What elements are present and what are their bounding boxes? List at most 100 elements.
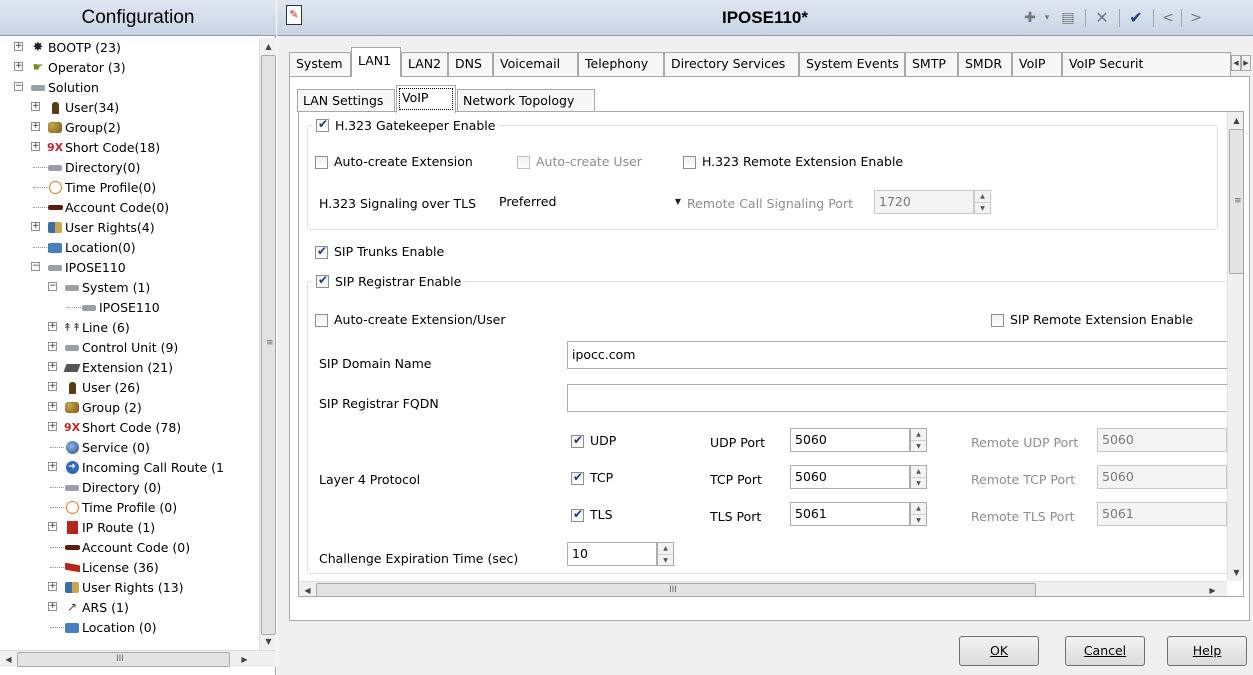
tree-item[interactable]: Account Code (0) xyxy=(48,538,259,557)
h323-gatekeeper-enable-checkbox[interactable] xyxy=(316,117,329,132)
tab-scroll-right-icon[interactable]: ▶ xyxy=(1241,55,1251,71)
tab-smdr[interactable]: SMDR xyxy=(958,52,1012,76)
tree-item[interactable]: Time Profile (0) xyxy=(48,498,259,517)
sip-remote-extension-enable-checkbox[interactable] xyxy=(991,314,1004,327)
tree-vertical-scrollbar[interactable]: ▲ ≡ ▼ xyxy=(259,38,276,650)
settings-vertical-scroll-thumb[interactable]: ≡ xyxy=(1229,129,1243,274)
sip-trunks-enable-checkbox[interactable] xyxy=(315,244,328,259)
expand-icon[interactable]: + xyxy=(48,462,57,471)
h323-gatekeeper-enable[interactable]: H.323 Gatekeeper Enable xyxy=(312,117,499,133)
tab-system[interactable]: System xyxy=(289,52,351,76)
expand-icon[interactable]: + xyxy=(48,582,57,591)
validate-check-icon[interactable]: ✔ xyxy=(1125,8,1147,28)
subtab-voip[interactable]: VoIP xyxy=(396,85,456,113)
udp-port-spinner[interactable]: ▲ ▼ xyxy=(910,428,927,452)
expand-icon[interactable]: + xyxy=(48,382,57,391)
ok-button[interactable]: OK xyxy=(959,636,1039,666)
tab-smtp[interactable]: SMTP xyxy=(905,52,958,76)
tab-directory-services[interactable]: Directory Services xyxy=(664,52,799,76)
scroll-right-icon[interactable]: ▶ xyxy=(1204,582,1221,596)
tab-voip[interactable]: VoIP xyxy=(1012,52,1062,76)
spin-up-icon[interactable]: ▲ xyxy=(658,543,673,554)
save-icon[interactable]: ▤ xyxy=(1057,8,1079,28)
expand-icon[interactable]: + xyxy=(48,602,57,611)
spin-up-icon[interactable]: ▲ xyxy=(911,503,926,514)
spin-down-icon[interactable]: ▼ xyxy=(911,514,926,525)
tls-option[interactable]: TLS xyxy=(571,507,613,522)
expand-icon[interactable]: + xyxy=(48,402,57,411)
auto-create-extension[interactable]: Auto-create Extension xyxy=(315,154,473,169)
tree-item[interactable]: Service (0) xyxy=(48,438,259,457)
tab-telephony[interactable]: Telephony xyxy=(578,52,664,76)
tree-item[interactable]: Account Code(0) xyxy=(31,198,259,217)
auto-create-extension-user[interactable]: Auto-create Extension/User xyxy=(315,312,505,327)
tcp-checkbox[interactable] xyxy=(571,470,584,485)
scroll-left-icon[interactable]: ◀ xyxy=(299,582,316,596)
challenge-expiration-spinner[interactable]: ▲ ▼ xyxy=(657,542,674,566)
auto-create-extension-checkbox[interactable] xyxy=(315,156,328,169)
tab-voip-security[interactable]: VoIP Securit xyxy=(1062,52,1231,76)
spin-down-icon[interactable]: ▼ xyxy=(911,440,926,451)
settings-horizontal-scrollbar[interactable]: ◀ III ▶ xyxy=(299,581,1227,596)
sip-registrar-fqdn-input[interactable] xyxy=(567,384,1227,412)
tcp-port-spinner[interactable]: ▲ ▼ xyxy=(910,465,927,489)
tree-item[interactable]: + Control Unit (9) xyxy=(48,338,259,357)
help-button[interactable]: Help xyxy=(1167,636,1247,666)
h323-remote-extension-enable-checkbox[interactable] xyxy=(683,156,696,169)
tree-vertical-scroll-thumb[interactable]: ≡ xyxy=(261,55,276,635)
new-record-dropdown-icon[interactable]: ▾ xyxy=(1041,8,1053,28)
tls-port-spinner[interactable]: ▲ ▼ xyxy=(910,502,927,526)
tree-item[interactable]: − System (1) xyxy=(48,278,259,297)
tree-item[interactable]: + ↗ ARS (1) xyxy=(48,598,259,617)
h323-signaling-tls-select[interactable]: Preferred ▼ xyxy=(495,190,685,214)
auto-create-extension-user-checkbox[interactable] xyxy=(315,314,328,327)
tree-item[interactable]: + Extension (21) xyxy=(48,358,259,377)
expand-icon[interactable]: + xyxy=(48,322,57,331)
tree-item[interactable]: IPOSE110 xyxy=(65,298,259,317)
tree-horizontal-scroll-thumb[interactable]: III xyxy=(17,652,230,667)
tree-horizontal-scrollbar[interactable]: ◀ III ▶ xyxy=(0,650,276,667)
new-record-icon[interactable]: ✚ xyxy=(1019,8,1041,28)
tab-scroll-left-icon[interactable]: ◀ xyxy=(1231,55,1241,71)
expand-icon[interactable]: + xyxy=(31,122,40,131)
spin-down-icon[interactable]: ▼ xyxy=(911,477,926,488)
sip-registrar-enable[interactable]: SIP Registrar Enable xyxy=(312,273,465,289)
sip-domain-name-input[interactable]: ipocc.com xyxy=(567,341,1227,369)
tree-item[interactable]: Time Profile(0) xyxy=(31,178,259,197)
tree-item[interactable]: + ☛ Operator (3) xyxy=(14,58,259,77)
tls-port-input[interactable]: 5061 xyxy=(790,502,910,526)
tree-item[interactable]: + ✸ BOOTP (23) xyxy=(14,38,259,57)
next-icon[interactable]: > xyxy=(1187,8,1205,28)
expand-icon[interactable]: + xyxy=(48,362,57,371)
sip-trunks-enable[interactable]: SIP Trunks Enable xyxy=(315,244,444,259)
sip-registrar-enable-checkbox[interactable] xyxy=(316,273,329,288)
scroll-up-icon[interactable]: ▲ xyxy=(260,38,277,55)
collapse-icon[interactable]: − xyxy=(31,262,40,271)
udp-option[interactable]: UDP xyxy=(571,433,616,448)
tree-item[interactable]: + ↟↟ Line (6) xyxy=(48,318,259,337)
expand-icon[interactable]: + xyxy=(14,42,23,51)
tree-item[interactable]: + Group (2) xyxy=(48,398,259,417)
tree-item[interactable]: − IPOSE110 xyxy=(31,258,259,277)
udp-port-input[interactable]: 5060 xyxy=(790,428,910,452)
delete-icon[interactable]: ✕ xyxy=(1091,8,1113,28)
tcp-port-input[interactable]: 5060 xyxy=(790,465,910,489)
spin-up-icon[interactable]: ▲ xyxy=(911,466,926,477)
tree-item[interactable]: Directory(0) xyxy=(31,158,259,177)
tree-item[interactable]: License (36) xyxy=(48,558,259,577)
tab-voicemail[interactable]: Voicemail xyxy=(493,52,578,76)
challenge-expiration-input[interactable]: 10 xyxy=(567,542,657,566)
tree-item[interactable]: + Group(2) xyxy=(31,118,259,137)
subtab-network-topology[interactable]: Network Topology xyxy=(457,89,595,112)
udp-checkbox[interactable] xyxy=(571,433,584,448)
tab-lan1[interactable]: LAN1 xyxy=(351,47,401,77)
tree-item[interactable]: + User Rights (13) xyxy=(48,578,259,597)
tree-item[interactable]: − Solution xyxy=(14,78,259,97)
expand-icon[interactable]: + xyxy=(31,102,40,111)
expand-icon[interactable]: + xyxy=(31,142,40,151)
tree-item[interactable]: Location (0) xyxy=(48,618,259,637)
tree-item[interactable]: + User (26) xyxy=(48,378,259,397)
scroll-down-icon[interactable]: ▼ xyxy=(1228,564,1243,581)
sip-remote-extension-enable[interactable]: SIP Remote Extension Enable xyxy=(991,312,1193,327)
tab-system-events[interactable]: System Events xyxy=(799,52,905,76)
